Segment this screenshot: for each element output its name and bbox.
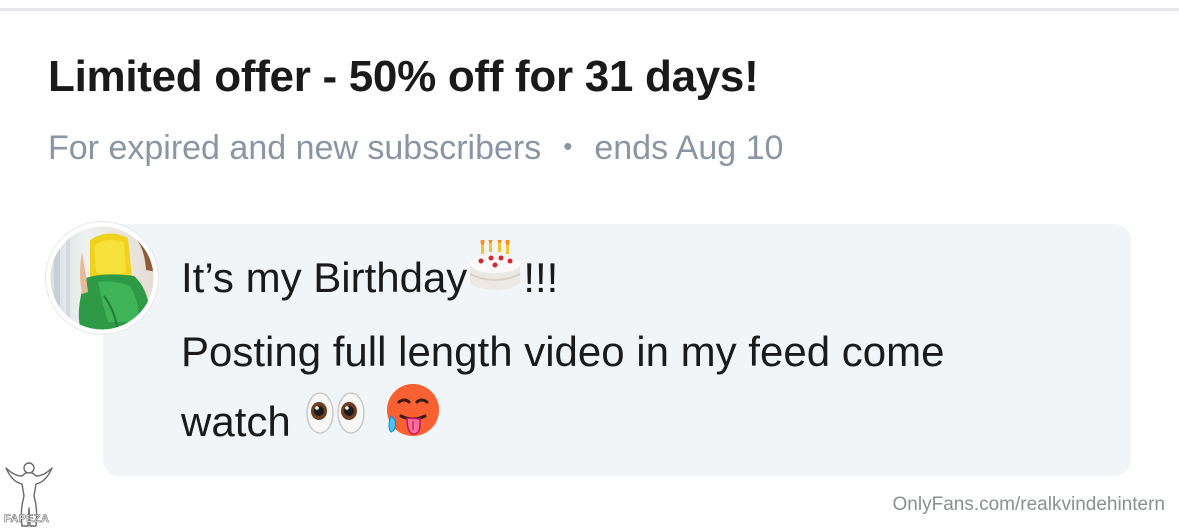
message-line-3-text: watch [181, 398, 291, 446]
offer-title: Limited offer - 50% off for 31 days! [48, 52, 759, 101]
message-text: It’s my Birthday !!! Posting full length… [181, 237, 945, 464]
watermark-url: OnlyFans.com/realkvindehintern [892, 494, 1165, 515]
eyes-icon [305, 387, 367, 455]
message-line-1: It’s my Birthday !!! [181, 237, 944, 318]
avatar[interactable] [46, 222, 158, 334]
message-line-3: watch [181, 384, 944, 464]
avatar-photo [47, 223, 157, 333]
separator-dot: • [563, 131, 573, 161]
offer-audience: For expired and new subscribers [48, 129, 542, 167]
offer-end-date: ends Aug 10 [594, 129, 784, 167]
message-line-1-text: It’s my Birthday [181, 254, 468, 302]
top-divider [0, 8, 1179, 11]
offer-subtitle: For expired and new subscribers • ends Aug… [48, 129, 783, 168]
corner-logo-text: FAPEZA [4, 513, 50, 526]
birthday-cake-icon [467, 237, 523, 314]
message-line-1-suffix: !!! [523, 254, 559, 302]
message-line-2: Posting full length video in my feed com… [181, 328, 945, 375]
hot-face-icon [383, 382, 441, 460]
offer-card: Limited offer - 50% off for 31 days! For… [0, 0, 1179, 530]
